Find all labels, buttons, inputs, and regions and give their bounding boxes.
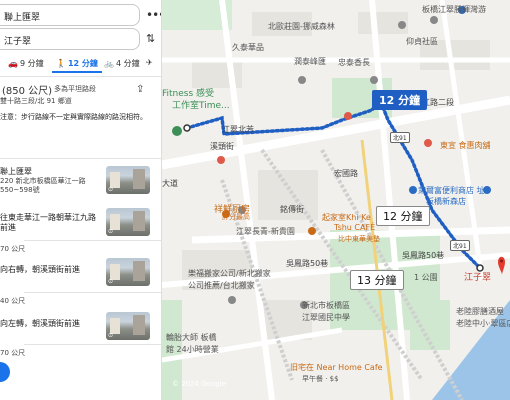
poi-label[interactable]: 新北市板橋區 [302,300,350,311]
route-time-bubble[interactable]: 13 分鐘 [350,270,404,290]
poi-label[interactable]: 萊爾富便利商店 址 [418,185,485,196]
map-attribution: © 2024 Google [172,380,226,388]
swap-icon[interactable]: ⇅ [146,32,155,45]
road-label: 江翠北芳 [222,125,254,134]
divider [0,76,161,77]
step-title[interactable]: 向右轉，朝溪頭街前進 [0,264,80,275]
street-view-icon: ⊙ [108,186,114,193]
street-view-thumbnail[interactable]: ⊙ [106,208,150,236]
road-label: 宏國路 [334,169,358,178]
bike-icon: 🚲 [104,59,114,68]
step-detail: 550~598號 [0,186,40,194]
mode-walk[interactable]: 🚶 12 分鐘 [52,58,102,73]
street-view-thumbnail[interactable]: ⊙ [106,312,150,340]
step-distance: 40 公尺 [0,297,26,305]
step-detail: 前進 [0,223,16,232]
poi-label[interactable]: 輪胎大師 板橋 [166,332,217,343]
origin-field[interactable]: 聯上匯翠 [0,4,140,26]
navigation-button[interactable] [0,362,10,382]
poi-label[interactable]: 北歐莊園-挪威森林 [268,21,335,32]
poi-label[interactable]: 起家室Khi Ke [322,212,371,223]
route-via: 雙十路三段/北 91 鄉道 [0,97,72,105]
step-distance: 70 公尺 [0,349,26,357]
poi-label[interactable]: 忠泰香長 [338,57,370,68]
poi-label[interactable]: 東宣 食惠肉舖 [440,140,491,151]
travel-modes: 🚗 9 分鐘 🚶 12 分鐘 🚲 4 分鐘 ✈ [0,56,161,74]
highway-shield: 北91 [390,132,410,143]
highway-shield: 北91 [450,240,470,251]
app-root: 聯上匯翠 ••• 江子翠 ⇅ 🚗9 分鐘 🚶12 分鐘 🚲4 分鐘 ✈ (850… [0,0,510,400]
more-vert-icon[interactable]: ••• [146,8,161,22]
street-view-icon: ⊙ [108,228,114,235]
route-note: 多為平坦路段 [54,85,96,93]
street-view-icon: ⊙ [108,278,114,285]
street-view-thumbnail[interactable]: ⊙ [106,258,150,286]
map-canvas[interactable]: Fitness 感受 工作室Time... 北歐莊園-挪威森林 板橋江翠勝輝灣游… [162,0,510,400]
poi-label: 1 公園 [414,273,438,282]
poi-label[interactable]: Tshu CAFÉ [334,223,375,232]
divider [0,158,161,159]
share-icon[interactable]: ⇪ [136,84,144,95]
poi-label[interactable]: 潤泰峰匯 [294,56,326,67]
divider [24,240,161,241]
poi-label[interactable]: 旧宅在 Near Home Cafe [290,362,383,373]
poi-label[interactable]: 老陸膠膳酒屋 [456,306,504,317]
poi-label[interactable]: 板橋江翠勝輝灣游 [422,4,486,15]
directions-panel: 聯上匯翠 ••• 江子翠 ⇅ 🚗9 分鐘 🚶12 分鐘 🚲4 分鐘 ✈ (850… [0,0,162,400]
destination-label[interactable]: 江子翠 [464,270,491,283]
street-view-thumbnail[interactable]: ⊙ [106,166,150,194]
divider [24,292,161,293]
road-label: 溪頭街 [210,142,234,151]
route-warning: 注意：步行路線不一定與實際路線的路況相符。 [0,113,147,121]
divider [24,344,161,345]
route-time-bubble[interactable]: 12 分鐘 [376,206,430,226]
car-icon: 🚗 [8,59,18,68]
mode-drive[interactable]: 🚗 9 分鐘 [8,58,44,69]
road-label: 吳鳳路50巷 [286,259,329,268]
poi-label: 早午餐 · $$ [302,375,339,383]
poi-label[interactable]: 板橋新森店 [426,196,466,207]
poi-label[interactable]: 江翠國民中學 [302,312,350,323]
poi-label: 評分最高 [222,213,250,221]
mode-bike[interactable]: 🚲 4 分鐘 [104,58,140,69]
flight-icon: ✈ [146,58,153,67]
poi-label[interactable]: 公司推薦/台北搬家 [188,280,255,291]
poi-label[interactable]: 老陸中小·翠區店 [456,318,510,329]
route-time-bubble-selected[interactable]: 12 分鐘 [372,90,428,110]
route-distance: (850 公尺) [2,86,53,97]
poi-label[interactable]: 樂福搬家公司/新北搬家 [188,268,271,279]
mode-flight[interactable]: ✈ [146,58,153,67]
poi-label[interactable]: 仰貞社區 [406,36,438,47]
road-label: 大道 [162,179,178,188]
step-distance: 70 公尺 [0,245,26,253]
poi-label: 比中東華美墊 [338,235,380,243]
road-label: 吳鳳路50巷 [402,251,445,260]
destination-field[interactable]: 江子翠 [0,28,140,50]
walk-icon: 🚶 [56,59,66,68]
poi-label[interactable]: 江翠長青-新貴園 [236,226,295,237]
street-view-icon: ⊙ [108,332,114,339]
poi-label[interactable]: 久泰華品 [232,42,264,53]
poi-label[interactable]: 館 24小時營業 [166,344,219,355]
poi-label[interactable]: 工作室Time... [172,98,230,111]
step-title[interactable]: 向左轉，朝溪頭街前進 [0,318,80,329]
road-label: 銘傳街 [280,205,304,214]
